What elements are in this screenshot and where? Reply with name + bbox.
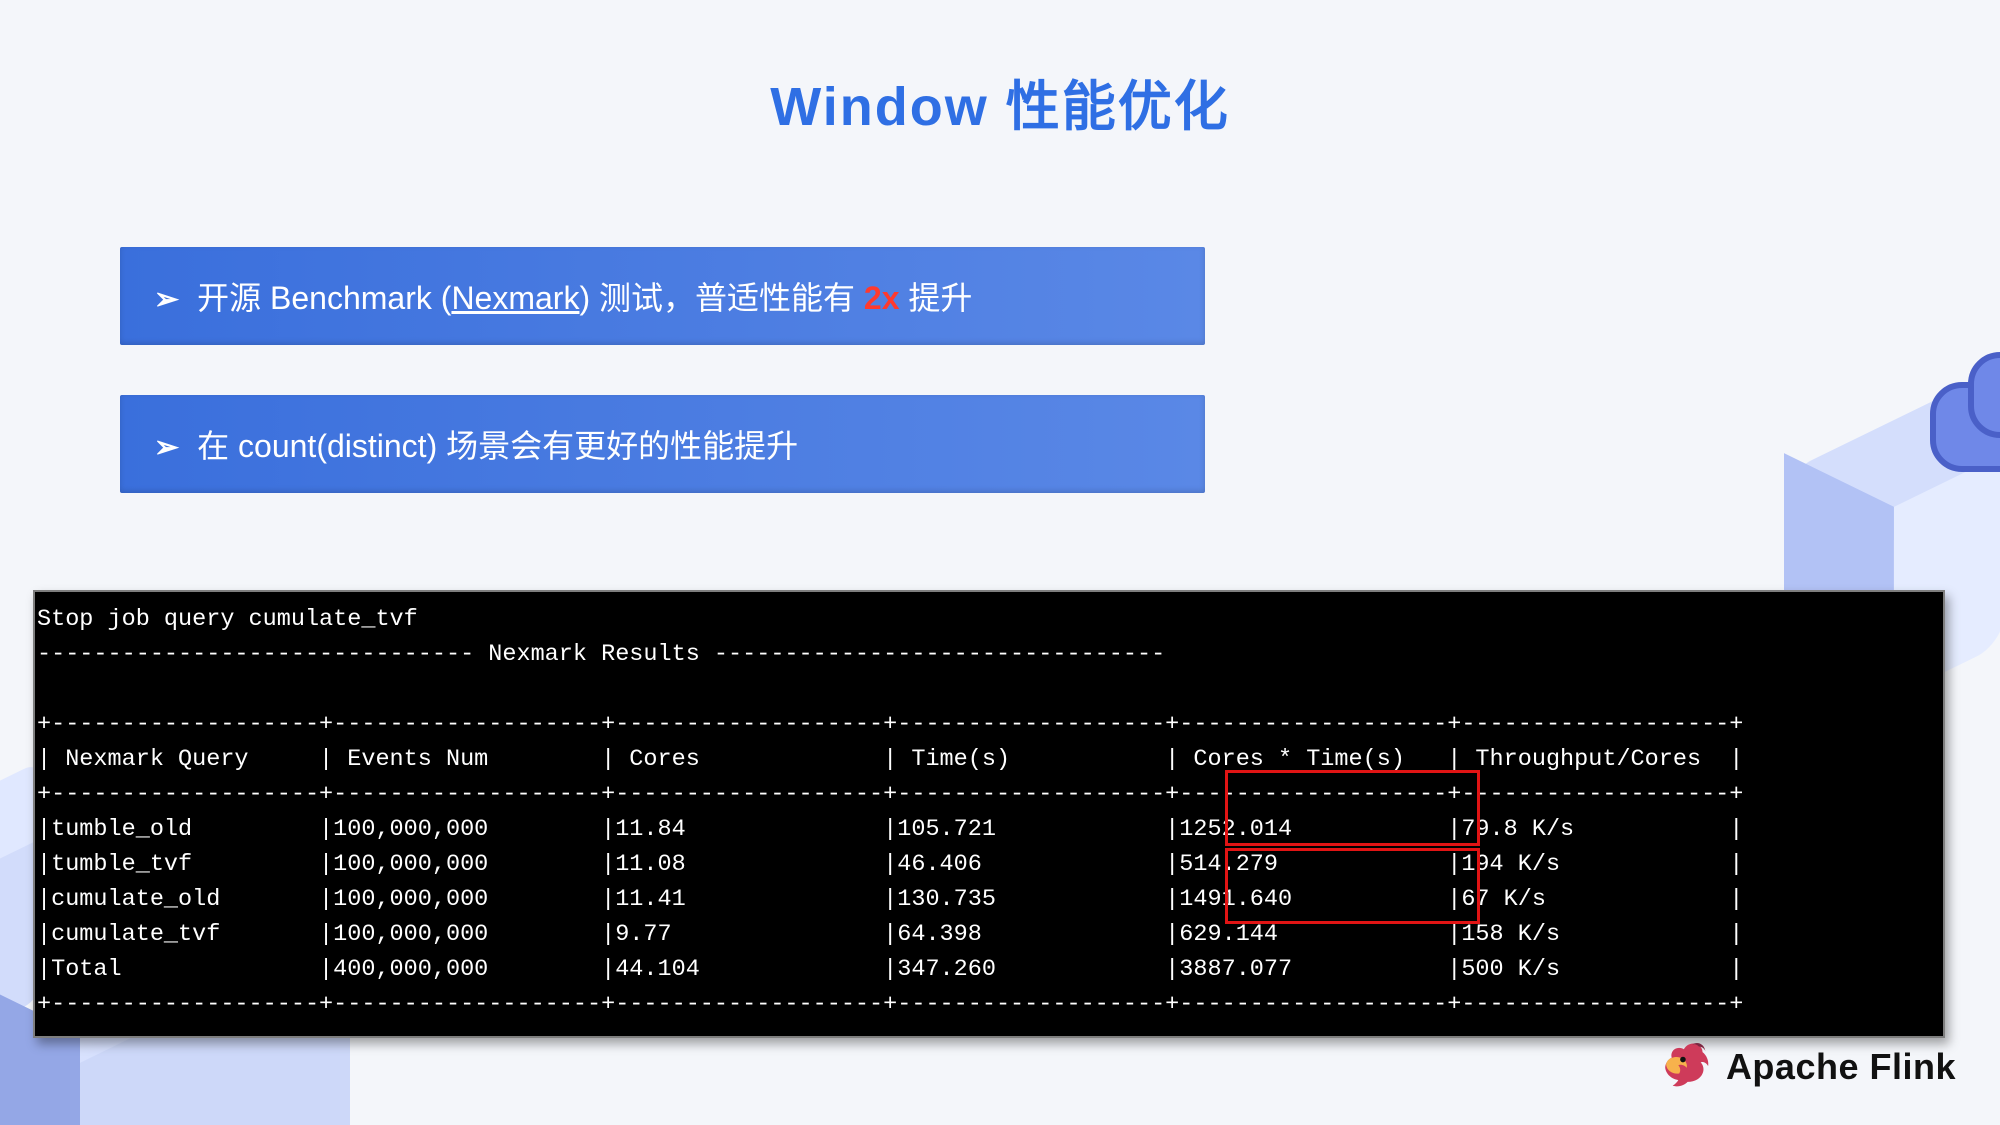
bullet-1-text: 开源 Benchmark (Nexmark) 测试，普适性能有 2x 提升	[197, 273, 972, 319]
table-row: |tumble_old |100,000,000 |11.84 |105.721…	[37, 816, 1743, 843]
table-row: |Total |400,000,000 |44.104 |347.260 |38…	[37, 956, 1743, 983]
bullet-1-mid: ) 测试，普适性能有	[579, 280, 863, 316]
terminal-header: | Nexmark Query | Events Num | Cores | T…	[37, 746, 1743, 773]
terminal-banner: ------------------------------- Nexmark …	[37, 641, 1165, 668]
terminal-border: +-------------------+-------------------…	[37, 781, 1743, 808]
nexmark-link[interactable]: Nexmark	[451, 280, 579, 316]
terminal-border: +-------------------+-------------------…	[37, 991, 1743, 1018]
bullet-arrow-icon: ➢	[154, 282, 179, 317]
bullet-1-prefix: 开源 Benchmark (	[197, 280, 451, 316]
footer-logo: Apache Flink	[1652, 1039, 1956, 1095]
bullet-1: ➢ 开源 Benchmark (Nexmark) 测试，普适性能有 2x 提升	[120, 247, 1205, 345]
bullet-arrow-icon: ➢	[154, 430, 179, 465]
slide-title: Window 性能优化	[0, 62, 2000, 141]
bullet-2: ➢ 在 count(distinct) 场景会有更好的性能提升	[120, 395, 1205, 493]
bullet-1-highlight: 2x	[864, 280, 900, 316]
table-row: |cumulate_old |100,000,000 |11.41 |130.7…	[37, 886, 1743, 913]
terminal-stop-line: Stop job query cumulate_tvf	[37, 606, 418, 633]
bullet-1-suffix: 提升	[900, 280, 973, 316]
terminal-border: +-------------------+-------------------…	[37, 711, 1743, 738]
terminal-output: Stop job query cumulate_tvf ------------…	[33, 590, 1945, 1038]
cloud-icon	[1930, 370, 2000, 460]
table-row: |tumble_tvf |100,000,000 |11.08 |46.406 …	[37, 851, 1743, 878]
bullet-2-text: 在 count(distinct) 场景会有更好的性能提升	[197, 421, 798, 467]
table-row: |cumulate_tvf |100,000,000 |9.77 |64.398…	[37, 921, 1743, 948]
footer-product-name: Apache Flink	[1726, 1046, 1956, 1088]
flink-squirrel-icon	[1652, 1039, 1712, 1095]
